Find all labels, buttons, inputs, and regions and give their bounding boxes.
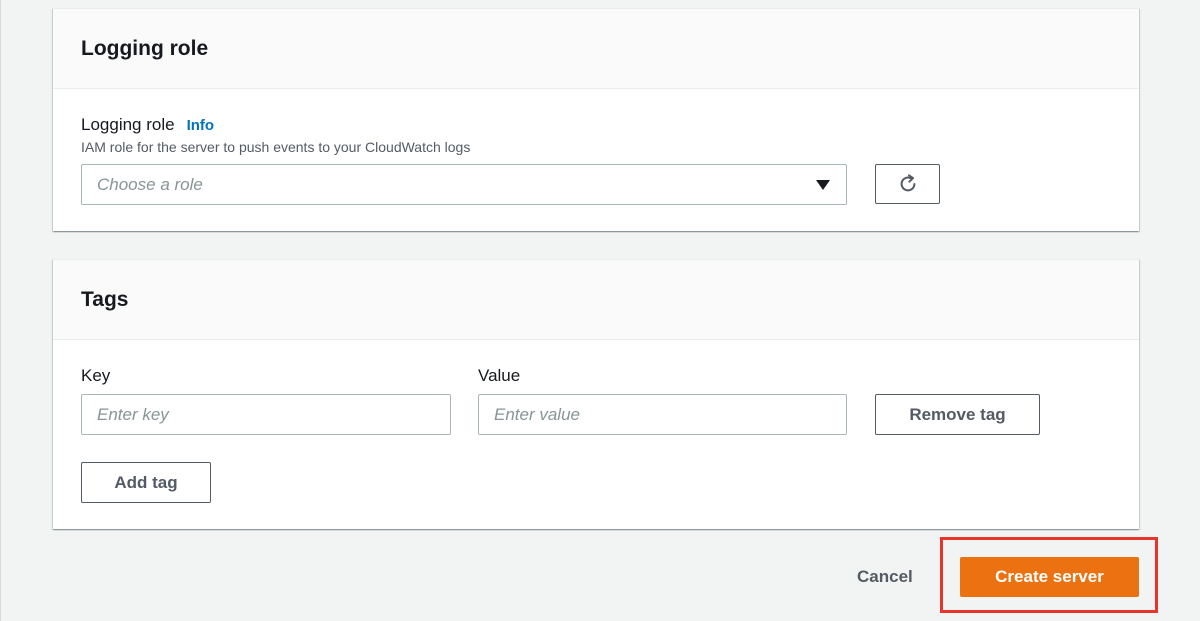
tag-key-placeholder: Enter key <box>97 404 169 424</box>
refresh-roles-button[interactable] <box>875 164 940 204</box>
logging-role-label-row: Logging role Info <box>81 115 214 135</box>
logging-role-description: IAM role for the server to push events t… <box>81 139 471 155</box>
create-server-highlight-box <box>940 537 1158 613</box>
cancel-button[interactable]: Cancel <box>857 567 913 587</box>
logging-role-select[interactable]: Choose a role <box>81 164 847 205</box>
logging-role-panel-header: Logging role <box>53 9 1139 89</box>
remove-tag-button[interactable]: Remove tag <box>875 394 1040 435</box>
logging-role-panel: Logging role Logging role Info IAM role … <box>53 8 1139 231</box>
logging-role-select-placeholder: Choose a role <box>97 174 203 194</box>
tags-panel-header: Tags <box>53 260 1139 340</box>
tags-panel: Tags Key Value Enter key Enter value Rem… <box>53 259 1139 529</box>
page-left-border <box>0 0 1 621</box>
caret-down-icon <box>816 180 830 190</box>
tag-value-label: Value <box>478 366 521 385</box>
logging-role-info-link[interactable]: Info <box>187 117 215 134</box>
tag-value-input[interactable]: Enter value <box>478 394 847 435</box>
tag-key-label: Key <box>81 366 111 385</box>
tag-value-placeholder: Enter value <box>494 404 580 424</box>
logging-role-field-label: Logging role <box>81 115 175 134</box>
tags-section-title: Tags <box>81 287 129 311</box>
add-tag-button[interactable]: Add tag <box>81 462 211 503</box>
refresh-icon <box>900 174 915 192</box>
tag-key-input[interactable]: Enter key <box>81 394 451 435</box>
logging-role-section-title: Logging role <box>81 36 209 60</box>
